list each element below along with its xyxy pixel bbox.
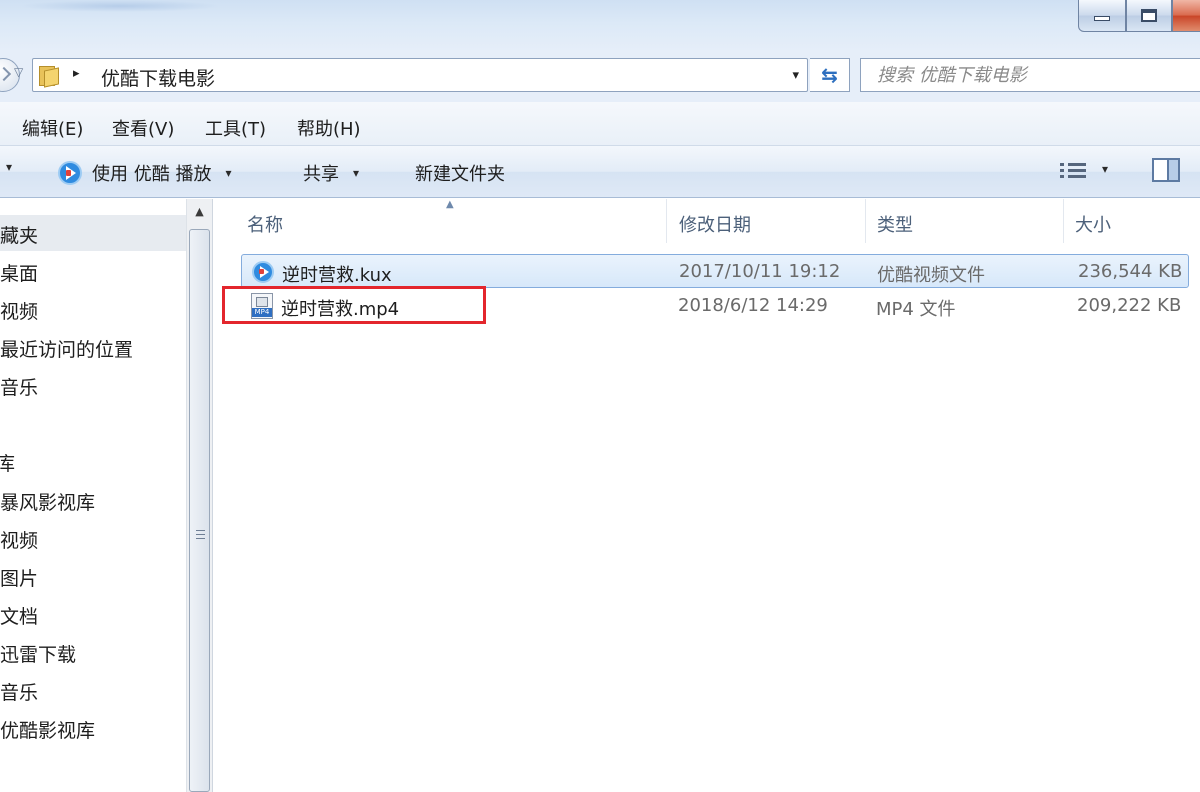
nav-lib-videos[interactable]: 视频 xyxy=(0,526,38,553)
nav-videos[interactable]: 视频 xyxy=(0,297,38,324)
navigation-scrollbar[interactable]: ▲ xyxy=(186,199,213,792)
organize-caret-icon[interactable]: ▾ xyxy=(0,160,12,174)
nav-libraries[interactable]: 库 xyxy=(0,449,15,476)
window-controls xyxy=(1078,0,1200,34)
file-row[interactable]: MP4 逆时营救.mp4 2018/6/12 14:29 MP4 文件 209,… xyxy=(241,289,1189,323)
column-header-size[interactable]: 大小 xyxy=(1075,199,1111,243)
folder-icon xyxy=(39,64,61,88)
file-list: ▲ 名称 修改日期 类型 大小 逆时营救.kux 2017/10/11 19:1… xyxy=(213,199,1200,792)
menu-view[interactable]: 查看(V) xyxy=(112,115,174,141)
new-folder-button[interactable]: 新建文件夹 xyxy=(415,160,505,186)
close-button[interactable] xyxy=(1172,0,1200,32)
share-label: 共享 xyxy=(303,164,339,185)
grip-icon xyxy=(196,530,205,539)
sort-ascending-icon: ▲ xyxy=(446,199,454,210)
nav-xunlei-downloads[interactable]: 迅雷下载 xyxy=(0,640,76,667)
scroll-up-icon[interactable]: ▲ xyxy=(187,199,212,223)
mp4-file-icon: MP4 xyxy=(251,293,273,319)
nav-lib-pictures[interactable]: 图片 xyxy=(0,564,38,591)
new-folder-label: 新建文件夹 xyxy=(415,164,505,185)
view-options-chevron-icon[interactable]: ▾ xyxy=(1102,162,1108,176)
file-size: 236,544 KB xyxy=(1078,261,1183,282)
chevron-down-icon: ▾ xyxy=(225,166,232,180)
forward-arrow-icon xyxy=(0,66,12,82)
minimize-button[interactable] xyxy=(1078,0,1126,32)
nav-desktop[interactable]: 桌面 xyxy=(0,259,38,286)
youku-file-icon xyxy=(252,261,274,283)
breadcrumb-current-folder[interactable]: 优酷下载电影 xyxy=(101,64,215,91)
file-modified: 2018/6/12 14:29 xyxy=(678,295,828,316)
nav-youku-library[interactable]: 优酷影视库 xyxy=(0,716,95,743)
file-row[interactable]: 逆时营救.kux 2017/10/11 19:12 优酷视频文件 236,544… xyxy=(241,254,1189,288)
youku-icon xyxy=(58,161,82,185)
share-button[interactable]: 共享 ▾ xyxy=(303,160,359,186)
preview-pane-icon[interactable] xyxy=(1152,158,1180,182)
navigation-pane: 藏夹 桌面 视频 最近访问的位置 音乐 库 暴风影视库 视频 图片 文档 迅雷下… xyxy=(0,199,186,792)
file-name: 逆时营救.kux xyxy=(282,265,392,286)
minimize-icon xyxy=(1094,16,1110,21)
address-row: ▽ ▸ 优酷下载电影 ▾ ⇆ xyxy=(0,52,1200,102)
maximize-icon xyxy=(1141,9,1157,22)
file-type: MP4 文件 xyxy=(876,299,956,320)
refresh-button[interactable]: ⇆ xyxy=(810,58,850,92)
column-divider[interactable] xyxy=(666,199,667,243)
search-input[interactable] xyxy=(861,59,1200,91)
menu-bar: 编辑(E) 查看(V) 工具(T) 帮助(H) xyxy=(0,102,1200,146)
play-with-youku-label: 使用 优酷 播放 xyxy=(92,164,212,185)
file-size: 209,222 KB xyxy=(1077,295,1182,316)
column-divider[interactable] xyxy=(865,199,866,243)
refresh-icon: ⇆ xyxy=(821,63,838,87)
file-type: 优酷视频文件 xyxy=(877,265,985,286)
nav-favorites[interactable]: 藏夹 xyxy=(0,221,38,248)
column-divider[interactable] xyxy=(1063,199,1064,243)
breadcrumb-separator-icon[interactable]: ▸ xyxy=(73,66,80,81)
file-modified: 2017/10/11 19:12 xyxy=(679,261,841,282)
nav-recent-places[interactable]: 最近访问的位置 xyxy=(0,335,133,362)
nav-baofeng-library[interactable]: 暴风影视库 xyxy=(0,488,95,515)
nav-lib-music[interactable]: 音乐 xyxy=(0,678,38,705)
menu-edit[interactable]: 编辑(E) xyxy=(22,115,83,141)
command-bar: ▾ 使用 优酷 播放 ▾ 共享 ▾ 新建文件夹 xyxy=(0,146,1200,198)
maximize-button[interactable] xyxy=(1126,0,1172,32)
nav-lib-documents[interactable]: 文档 xyxy=(0,602,38,629)
column-header-type[interactable]: 类型 xyxy=(877,199,913,243)
chevron-down-icon: ▾ xyxy=(353,166,360,180)
history-dropdown-icon[interactable]: ▽ xyxy=(14,65,23,79)
scrollbar-thumb[interactable] xyxy=(189,229,210,792)
nav-music[interactable]: 音乐 xyxy=(0,373,38,400)
search-box[interactable] xyxy=(860,58,1200,92)
title-bar xyxy=(0,0,1200,52)
title-glow xyxy=(20,0,220,12)
change-view-icon[interactable] xyxy=(1060,160,1088,182)
column-header-modified[interactable]: 修改日期 xyxy=(679,199,751,243)
menu-help[interactable]: 帮助(H) xyxy=(297,115,361,141)
file-name: 逆时营救.mp4 xyxy=(281,299,400,320)
address-bar[interactable]: ▸ 优酷下载电影 ▾ xyxy=(32,58,808,92)
column-header-name[interactable]: 名称 xyxy=(247,199,283,243)
menu-tools[interactable]: 工具(T) xyxy=(205,115,266,141)
play-with-youku-button[interactable]: 使用 优酷 播放 ▾ xyxy=(58,160,231,186)
address-dropdown-icon[interactable]: ▾ xyxy=(792,68,799,83)
